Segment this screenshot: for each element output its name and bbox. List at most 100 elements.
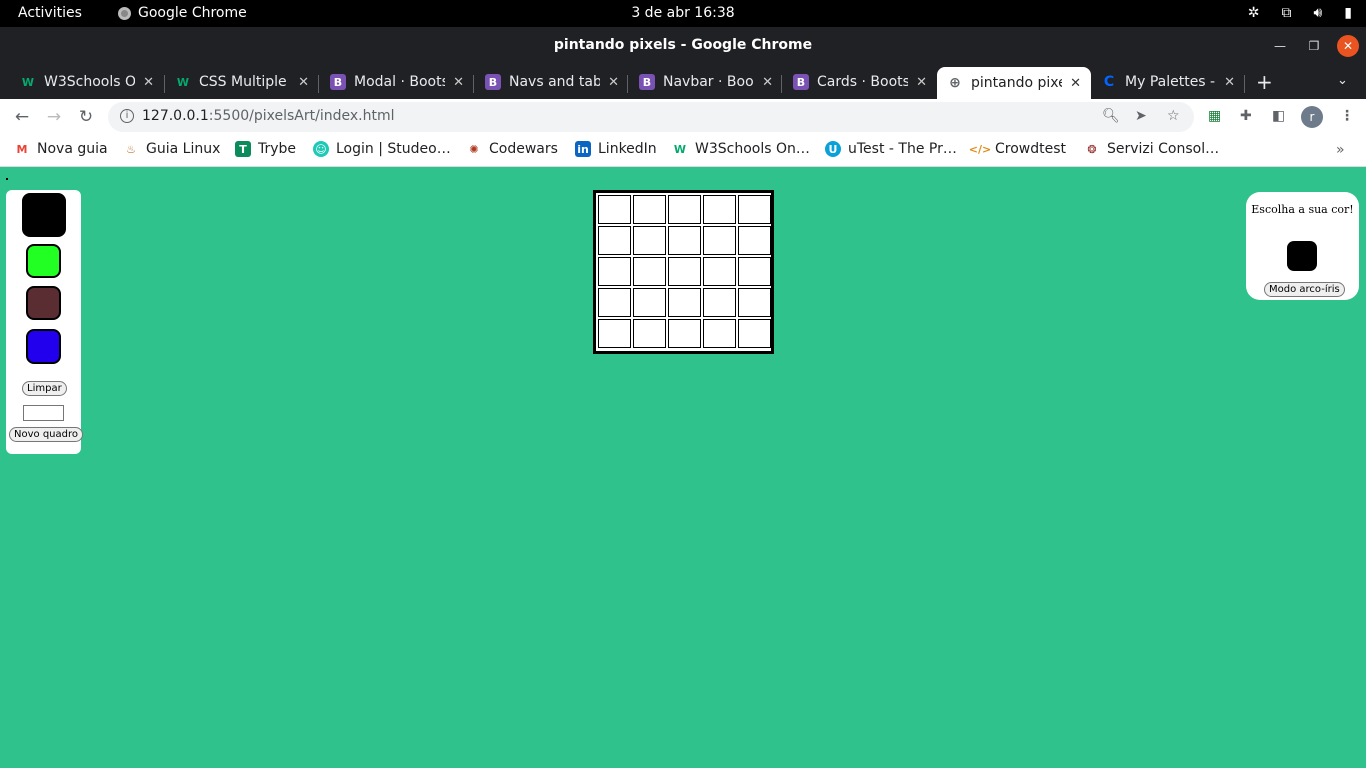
maximize-icon[interactable]: ❐ [1303, 35, 1325, 57]
tab-label: My Palettes - [1125, 74, 1216, 90]
pixel-cell[interactable] [703, 257, 736, 286]
tab-close-icon[interactable]: ✕ [298, 75, 309, 90]
linkedin-icon: in [575, 141, 591, 157]
more-bookmarks-icon[interactable]: » [1336, 142, 1345, 158]
pixel-cell[interactable] [738, 319, 771, 348]
minimize-icon[interactable]: — [1269, 35, 1291, 57]
pixel-cell[interactable] [668, 195, 701, 224]
pixel-cell[interactable] [633, 195, 666, 224]
pixel-cell[interactable] [633, 319, 666, 348]
reload-icon[interactable]: ↻ [76, 107, 96, 127]
bootstrap-icon: B [639, 74, 655, 90]
tab-search-chevron-icon[interactable]: ⌄ [1337, 73, 1348, 88]
url-text[interactable]: 127.0.0.1:5500/pixelsArt/index.html [142, 108, 394, 124]
color-swatch[interactable] [26, 329, 61, 364]
bookmark-label: Guia Linux [146, 141, 221, 157]
extensions-puzzle-icon[interactable]: ✚ [1240, 108, 1252, 124]
network-icon[interactable]: ⧉ [1281, 5, 1291, 21]
bookmark-linkedin[interactable]: in LinkedIn [575, 141, 657, 157]
pixel-cell[interactable] [668, 288, 701, 317]
pixel-cell[interactable] [738, 257, 771, 286]
tab-label: Modal · Boots [354, 74, 446, 90]
tab-close-icon[interactable]: ✕ [143, 75, 154, 90]
bookmark-guia-linux[interactable]: ♨ Guia Linux [123, 141, 220, 157]
page-content: Limpar Novo quadro Escolha a sua cor! Mo… [0, 168, 1366, 768]
tab-label: W3Schools O [44, 74, 136, 90]
clear-board-button[interactable]: Limpar [22, 381, 67, 396]
pixel-cell[interactable] [633, 257, 666, 286]
side-panel-icon[interactable]: ◧ [1272, 108, 1285, 124]
address-bar[interactable]: i 127.0.0.1:5500/pixelsArt/index.html 🔍︎… [108, 102, 1194, 132]
pixel-cell[interactable] [703, 288, 736, 317]
pixel-cell[interactable] [668, 319, 701, 348]
bookmark-crowdtest[interactable]: </> Crowdtest [969, 141, 1066, 157]
color-swatch[interactable] [26, 286, 61, 320]
pixel-cell[interactable] [703, 319, 736, 348]
pixel-cell[interactable] [703, 226, 736, 255]
pixel-cell[interactable] [633, 288, 666, 317]
bookmark-servizi[interactable]: ❂ Servizi Consol… [1084, 141, 1219, 157]
zoom-icon[interactable]: 🔍︎ [1102, 108, 1120, 124]
pixel-cell[interactable] [633, 226, 666, 255]
sheets-extension-icon[interactable]: ▦ [1208, 108, 1221, 124]
bookmark-trybe[interactable]: T Trybe [235, 141, 296, 157]
tab-label: pintando pixe [971, 75, 1063, 91]
utest-icon: U [825, 141, 841, 157]
tab-close-icon[interactable]: ✕ [453, 75, 464, 90]
bookmark-label: Login | Studeo… [336, 141, 451, 157]
tab[interactable]: B Navs and tab ✕ [475, 67, 629, 97]
volume-icon[interactable]: 🔊︎ [1313, 5, 1322, 21]
w3schools-icon: W [673, 142, 687, 156]
tab-close-icon[interactable]: ✕ [1224, 75, 1235, 90]
weather-icon[interactable]: ✲ [1248, 5, 1260, 21]
tab[interactable]: C My Palettes - ✕ [1091, 67, 1245, 97]
bookmark-nova-guia[interactable]: M Nova guia [14, 141, 108, 157]
tab-close-icon[interactable]: ✕ [1070, 76, 1081, 91]
bookmark-utest[interactable]: U uTest - The Pr… [825, 141, 957, 157]
tab-active[interactable]: ⊕ pintando pixe ✕ [937, 67, 1091, 99]
bookmark-studeo[interactable]: ☺ Login | Studeo… [313, 141, 451, 157]
bookmark-codewars[interactable]: ✺ Codewars [466, 141, 558, 157]
site-info-icon[interactable]: i [120, 109, 134, 123]
new-tab-button[interactable]: + [1256, 70, 1273, 94]
tab[interactable]: W W3Schools O ✕ [10, 67, 164, 97]
pixel-cell[interactable] [668, 257, 701, 286]
pixel-cell[interactable] [738, 195, 771, 224]
pixel-cell[interactable] [598, 319, 631, 348]
board-size-input[interactable] [23, 405, 64, 421]
pixel-cell[interactable] [598, 226, 631, 255]
rainbow-mode-button[interactable]: Modo arco-íris [1264, 282, 1345, 297]
pixel-cell[interactable] [598, 288, 631, 317]
tab-close-icon[interactable]: ✕ [762, 75, 773, 90]
system-tray[interactable]: ✲ ⧉ 🔊︎ ▮ [1248, 5, 1352, 21]
tab[interactable]: B Navbar · Boot ✕ [629, 67, 783, 97]
bookmark-label: Trybe [258, 141, 297, 157]
chrome-menu-icon[interactable]: ⋮ [1340, 108, 1354, 124]
pixel-cell[interactable] [668, 226, 701, 255]
send-icon[interactable]: ➤ [1135, 108, 1147, 124]
color-swatch[interactable] [22, 193, 66, 237]
tab[interactable]: W CSS Multiple I ✕ [165, 67, 319, 97]
close-window-icon[interactable]: ✕ [1337, 35, 1359, 57]
color-swatch[interactable] [26, 244, 61, 278]
tab-close-icon[interactable]: ✕ [608, 75, 619, 90]
pixel-cell[interactable] [738, 226, 771, 255]
tab-label: Cards · Boots [817, 74, 909, 90]
new-board-button[interactable]: Novo quadro [9, 427, 83, 442]
forward-arrow-icon[interactable]: → [44, 107, 64, 127]
tab-close-icon[interactable]: ✕ [916, 75, 927, 90]
tab[interactable]: B Modal · Boots ✕ [320, 67, 474, 97]
back-arrow-icon[interactable]: ← [12, 107, 32, 127]
pixel-cell[interactable] [598, 195, 631, 224]
profile-avatar[interactable]: r [1301, 106, 1323, 128]
tab[interactable]: B Cards · Boots ✕ [783, 67, 937, 97]
clock[interactable]: 3 de abr 16:38 [0, 5, 1366, 21]
bookmark-star-icon[interactable]: ☆ [1167, 108, 1180, 124]
battery-icon[interactable]: ▮ [1344, 5, 1352, 21]
pixel-cell[interactable] [598, 257, 631, 286]
pixel-cell[interactable] [703, 195, 736, 224]
pixel-cell[interactable] [738, 288, 771, 317]
current-color-swatch[interactable] [1287, 241, 1317, 271]
bookmark-w3schools[interactable]: W W3Schools On… [672, 141, 810, 157]
color-palette: Limpar Novo quadro [6, 190, 83, 454]
